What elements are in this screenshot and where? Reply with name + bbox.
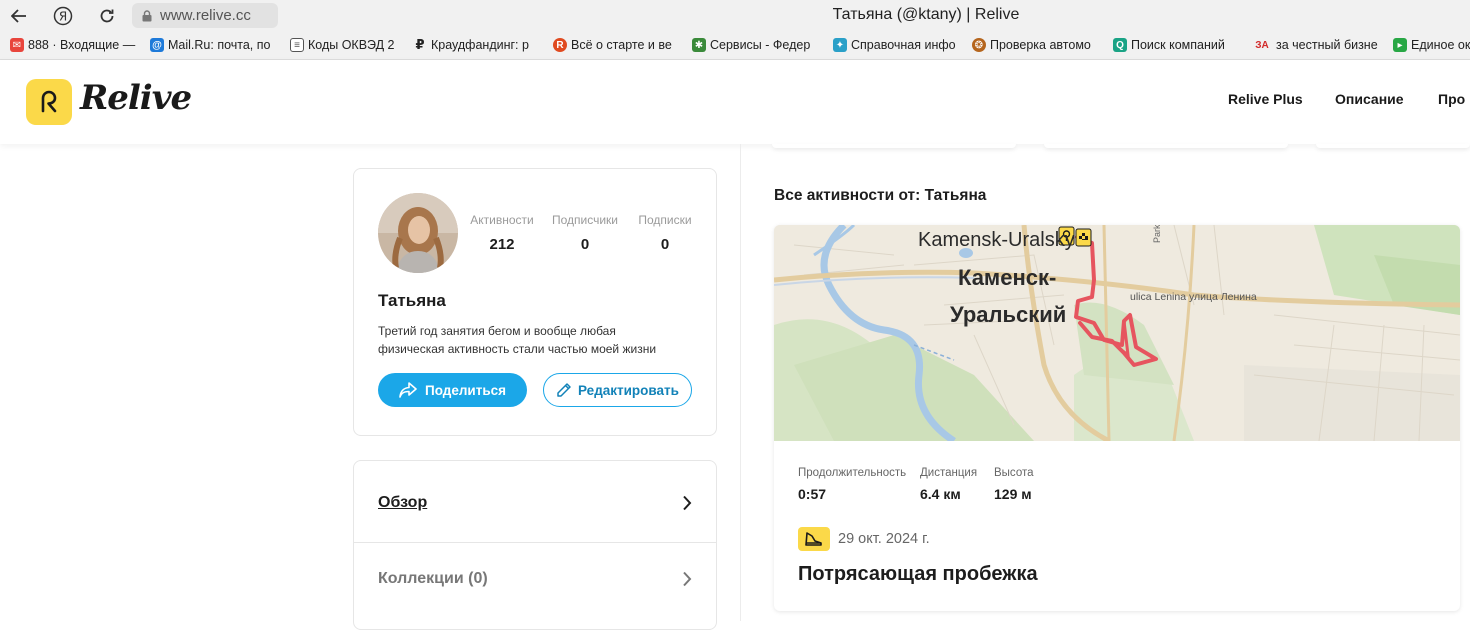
page-title: Татьяна (@ktany) | Relive [832, 6, 1020, 23]
brand-name[interactable]: Relive [80, 78, 192, 118]
bookmark-item[interactable]: ▸ Единое ок [1393, 38, 1470, 52]
profile-bio: Третий год занятия бегом и вообще любая … [378, 324, 657, 356]
menu-item-more[interactable]: Про [1438, 91, 1465, 107]
activity-date: 29 окт. 2024 г. [838, 531, 930, 547]
pencil-icon [557, 383, 571, 397]
address-bar[interactable]: www.relive.cc [132, 3, 278, 28]
avatar[interactable] [378, 193, 458, 273]
chevron-right-icon [683, 571, 692, 587]
partial-card [1044, 144, 1288, 148]
bookmark-item[interactable]: ✉ 888 · Входящие — [10, 38, 135, 52]
column-divider [740, 144, 741, 621]
search-icon: Q [1113, 38, 1127, 52]
relive-logo-icon[interactable] [26, 79, 72, 125]
r-badge-icon: R [553, 38, 567, 52]
bookmark-item[interactable]: ₽ Краудфандинг: р [413, 37, 528, 52]
site-header: Relive Relive Plus Описание Про [0, 60, 1470, 144]
map-label-city-ru-1: Каменск- [958, 265, 1057, 290]
bookmark-item[interactable]: ❂ Проверка автомо [972, 38, 1091, 52]
bookmark-item[interactable]: @ Mail.Ru: почта, по [150, 38, 270, 52]
stat-duration: Продолжительность 0:57 [798, 467, 907, 502]
emblem-icon: ❂ [972, 38, 986, 52]
nav-overview[interactable]: Обзор [354, 463, 716, 543]
play-icon: ▸ [1393, 38, 1407, 52]
bookmark-item[interactable]: ЗА за честный бизне [1252, 38, 1377, 52]
activity-card[interactable]: Kamensk-Uralsky Каменск- Уральский ulica… [774, 225, 1460, 611]
reload-icon[interactable] [94, 4, 120, 28]
chevron-right-icon [683, 495, 692, 510]
yandex-icon[interactable]: Я [50, 4, 76, 28]
edit-button[interactable]: Редактировать [543, 373, 692, 407]
activity-date-row: 29 окт. 2024 г. [798, 527, 930, 551]
pinwheel-icon: ✦ [833, 38, 847, 52]
share-icon [399, 382, 417, 398]
map-label-side-street: Parkov [1152, 225, 1162, 243]
profile-card: Активности 212 Подписчики 0 Подписки 0 Т… [353, 168, 717, 436]
activities-title: Все активности от: Татьяна [774, 187, 987, 204]
profile-name: Татьяна [378, 291, 446, 310]
stat-distance: Дистанция 6.4 км [920, 467, 978, 502]
ruble-icon: ₽ [415, 37, 425, 52]
emblem-icon: ✱ [692, 38, 706, 52]
svg-text:Я: Я [59, 10, 67, 24]
map-label-street: ulica Lenina улица Ленина [1130, 291, 1257, 303]
route-map[interactable]: Kamensk-Uralsky Каменск- Уральский ulica… [774, 225, 1460, 444]
at-icon: @ [150, 38, 164, 52]
za-icon: ЗА [1255, 39, 1269, 51]
document-icon: ≡ [290, 38, 304, 52]
stat-followers[interactable]: Подписчики 0 [546, 213, 624, 253]
bookmark-item[interactable]: R Всё о старте и ве [553, 38, 672, 52]
share-button[interactable]: Поделиться [378, 373, 527, 407]
partial-card [772, 144, 1016, 148]
bookmarks-bar: ✉ 888 · Входящие — @ Mail.Ru: почта, по ≡ К… [0, 32, 1470, 60]
mail-icon: ✉ [10, 38, 24, 52]
partial-card [1316, 144, 1470, 148]
map-label-city-en: Kamensk-Uralsky [918, 229, 1075, 251]
lock-icon [142, 9, 152, 21]
nav-collections[interactable]: Коллекции (0) [354, 539, 716, 619]
bookmark-item[interactable]: ≡ Коды ОКВЭД 2 [290, 38, 395, 52]
running-shoe-icon [798, 527, 830, 551]
stat-elevation: Высота 129 м [994, 467, 1034, 502]
menu-item-relive-plus[interactable]: Relive Plus [1228, 91, 1303, 107]
bookmark-item[interactable]: Q Поиск компаний [1113, 38, 1225, 52]
profile-nav-card: Обзор Коллекции (0) [353, 460, 717, 630]
bookmark-item[interactable]: ✱ Сервисы - Федер [692, 38, 810, 52]
activity-name[interactable]: Потрясающая пробежка [798, 563, 1038, 586]
stat-following[interactable]: Подписки 0 [630, 213, 700, 253]
bookmark-item[interactable]: ✦ Справочная инфо [833, 38, 956, 52]
browser-toolbar: Я www.relive.cc Татьяна (@ktany) | Reliv… [0, 0, 1470, 32]
stat-activities[interactable]: Активности 212 [464, 213, 540, 253]
map-label-city-ru-2: Уральский [950, 302, 1067, 327]
back-arrow-icon[interactable] [6, 4, 32, 28]
menu-item-description[interactable]: Описание [1335, 91, 1404, 107]
url-text: www.relive.cc [160, 7, 251, 24]
